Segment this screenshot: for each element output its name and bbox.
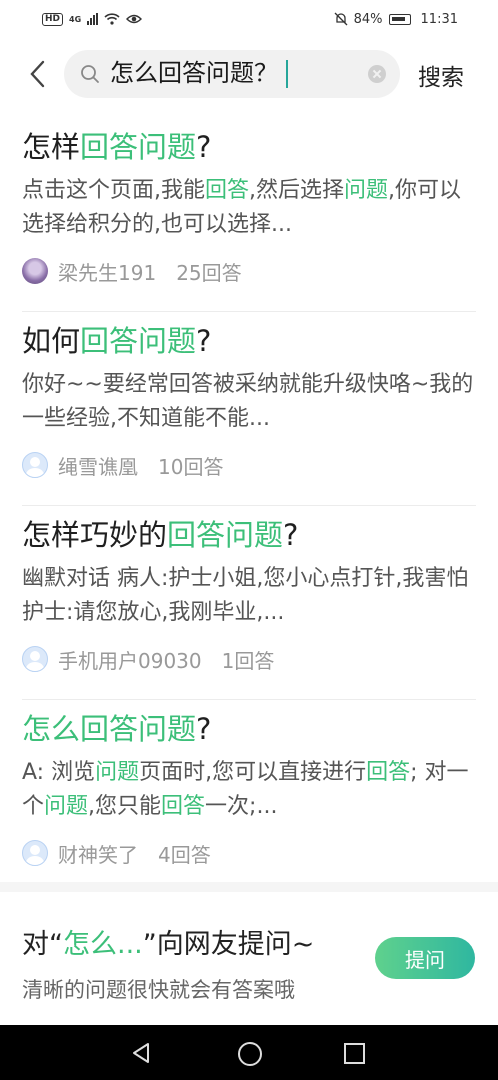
text-cursor <box>286 60 288 88</box>
status-bar: HD 4G 84% 11:31 <box>0 0 498 38</box>
clock: 11:31 <box>420 11 458 27</box>
status-left: HD 4G <box>42 12 143 26</box>
result-snippet: 幽默对话 病人:护士小姐,您小心点打针,我害怕 护士:请您放心,我刚毕业,... <box>22 566 469 625</box>
result-meta: 手机用户09030 1回答 <box>22 644 274 674</box>
search-button[interactable]: 搜索 <box>418 58 464 92</box>
mute-bell-icon <box>334 12 348 26</box>
result-title[interactable]: 如何回答问题? <box>22 322 211 360</box>
section-divider <box>0 882 498 892</box>
nav-back-icon[interactable] <box>131 1042 151 1064</box>
result-meta: 梁先生191 25回答 <box>22 256 242 286</box>
signal-icon <box>87 13 99 25</box>
ask-subtitle: 清晰的问题很快就会有答案哦 <box>22 978 295 1002</box>
ask-keyword: 怎么... <box>63 929 143 960</box>
avatar <box>22 258 48 284</box>
results-list: 怎样回答问题? 点击这个页面,我能回答,然后选择问题,你可以选择给积分的,也可以选… <box>0 118 498 894</box>
ask-prompt: 对“怎么...”向网友提问~ <box>22 929 315 960</box>
back-arrow-icon[interactable] <box>26 60 50 88</box>
hd-icon: HD <box>42 12 64 26</box>
nav-recent-icon[interactable] <box>344 1043 365 1064</box>
ask-question-bar: 对“怎么...”向网友提问~ 清晰的问题很快就会有答案哦 提问 <box>0 892 498 1025</box>
result-snippet: 你好~~要经常回答被采纳就能升级快咯~我的一些经验,不知道能不能... <box>22 372 474 431</box>
answer-count: 25回答 <box>176 260 242 285</box>
author-name: 绳雪谯凰 <box>58 454 138 479</box>
clear-icon[interactable] <box>368 65 386 83</box>
battery-icon <box>388 13 411 25</box>
result-meta: 财神笑了 4回答 <box>22 838 211 868</box>
author-name: 手机用户09030 <box>58 648 202 673</box>
avatar <box>22 840 48 866</box>
battery-percent: 84% <box>353 11 383 27</box>
answer-count: 1回答 <box>221 648 275 673</box>
network-type: 4G <box>69 14 82 24</box>
result-title[interactable]: 怎样巧妙的回答问题? <box>22 516 298 554</box>
author-name: 财神笑了 <box>58 842 138 867</box>
ask-button[interactable]: 提问 <box>375 937 475 979</box>
result-title[interactable]: 怎么回答问题? <box>22 710 211 748</box>
status-right: 84% 11:31 <box>334 12 458 27</box>
eye-icon <box>126 14 143 24</box>
author-name: 梁先生191 <box>58 260 157 285</box>
search-query[interactable]: 怎么回答问题？ <box>110 58 288 88</box>
avatar <box>22 452 48 478</box>
answer-count: 4回答 <box>158 842 211 867</box>
result-item[interactable]: 怎么回答问题? A: 浏览问题页面时,您可以直接进行回答; 对一个问题,您只能回答… <box>22 700 476 894</box>
avatar <box>22 646 48 672</box>
result-item[interactable]: 怎样巧妙的回答问题? 幽默对话 病人:护士小姐,您小心点打针,我害怕 护士:请您放… <box>22 506 476 700</box>
result-item[interactable]: 如何回答问题? 你好~~要经常回答被采纳就能升级快咯~我的一些经验,不知道能不能.… <box>22 312 476 506</box>
result-snippet: A: 浏览问题页面时,您可以直接进行回答; 对一个问题,您只能回答一次;... <box>22 760 469 819</box>
search-header: 怎么回答问题？ 搜索 <box>0 46 498 102</box>
result-item[interactable]: 怎样回答问题? 点击这个页面,我能回答,然后选择问题,你可以选择给积分的,也可以选… <box>22 118 476 312</box>
answer-count: 10回答 <box>158 454 224 479</box>
wifi-icon <box>104 13 120 25</box>
search-input[interactable]: 怎么回答问题？ <box>64 50 400 98</box>
result-title[interactable]: 怎样回答问题? <box>22 128 211 166</box>
system-nav-bar <box>0 1025 498 1080</box>
result-meta: 绳雪谯凰 10回答 <box>22 450 223 480</box>
nav-home-icon[interactable] <box>238 1042 262 1066</box>
search-icon <box>81 65 99 83</box>
result-snippet: 点击这个页面,我能回答,然后选择问题,你可以选择给积分的,也可以选择... <box>22 178 462 237</box>
